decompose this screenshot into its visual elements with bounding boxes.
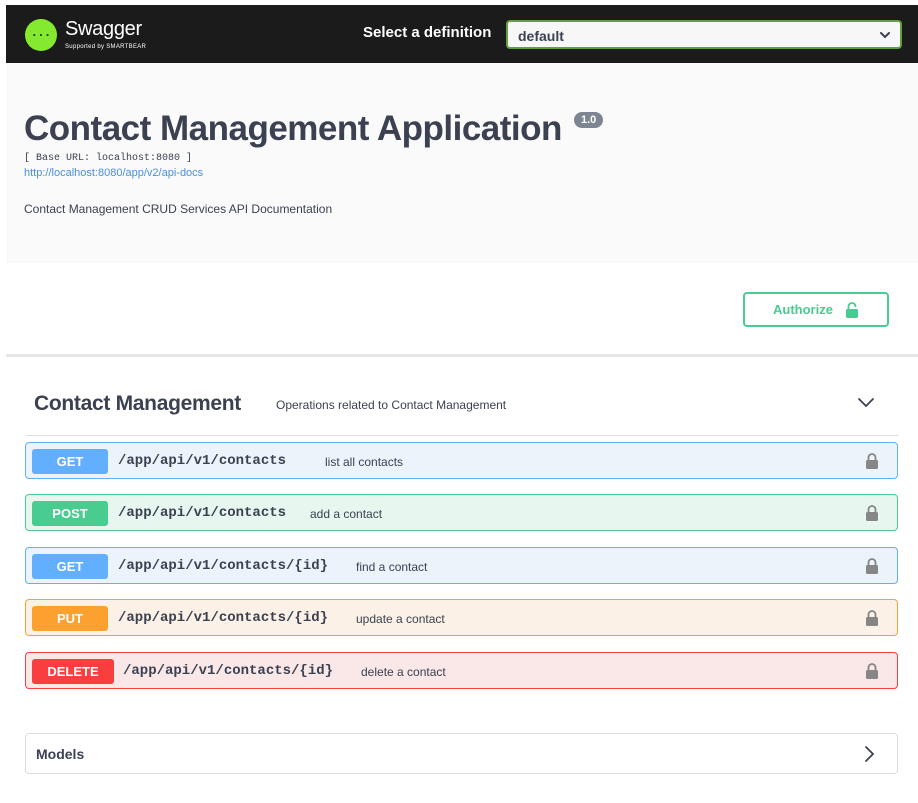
definition-select-value: default [518,28,564,44]
operation-path: /app/api/v1/contacts [118,453,287,469]
chevron-right-icon[interactable] [863,745,875,763]
api-docs-link[interactable]: http://localhost:8080/app/v2/api-docs [24,167,203,179]
api-description: Contact Management CRUD Services API Doc… [24,202,333,216]
authorize-button[interactable]: Authorize [743,292,889,327]
operation-delete-contact[interactable]: DELETE /app/api/v1/contacts/{id} delete … [25,652,898,689]
operation-path: /app/api/v1/contacts [118,505,287,521]
select-definition-label: Select a definition [363,24,492,41]
tag-title: Contact Management [34,392,241,415]
models-title: Models [36,746,85,762]
swagger-logo[interactable]: {···} Swagger Supported by SMARTBEAR [25,17,185,53]
operation-post-contacts[interactable]: POST /app/api/v1/contacts add a contact [25,494,898,531]
section-divider [6,354,918,357]
logo-name: Swagger [65,18,142,40]
topbar: {···} Swagger Supported by SMARTBEAR Sel… [6,5,918,63]
tag-description: Operations related to Contact Management [276,398,507,412]
svg-text:{···}: {···} [30,29,52,42]
operation-path: /app/api/v1/contacts/{id} [118,610,329,626]
operation-summary: list all contacts [325,455,404,469]
page-title: Contact Management Application [24,109,562,148]
operation-get-contacts[interactable]: GET /app/api/v1/contacts list all contac… [25,442,898,479]
base-url: [ Base URL: localhost:8080 ] [24,153,193,164]
lock-icon[interactable] [865,557,879,575]
operation-put-contact[interactable]: PUT /app/api/v1/contacts/{id} update a c… [25,599,898,636]
version-badge: 1.0 [574,112,604,128]
operation-summary: update a contact [356,612,445,626]
chevron-down-icon[interactable] [856,394,876,410]
method-badge: DELETE [32,659,114,684]
logo-subtitle: Supported by SMARTBEAR [65,44,147,50]
chevron-down-icon [880,32,890,39]
lock-icon[interactable] [865,662,879,680]
operation-path: /app/api/v1/contacts/{id} [118,558,329,574]
operation-get-contact-by-id[interactable]: GET /app/api/v1/contacts/{id} find a con… [25,547,898,584]
operation-summary: find a contact [356,560,428,574]
method-badge: PUT [32,606,108,631]
swagger-logo-icon: {···} [25,19,57,51]
definition-select[interactable]: default [506,20,902,49]
lock-icon [845,301,858,318]
method-badge: POST [32,501,108,526]
method-badge: GET [32,449,108,474]
operation-summary: delete a contact [361,665,446,679]
lock-icon[interactable] [865,609,879,627]
method-badge: GET [32,554,108,579]
api-info: Contact Management Application 1.0 [ Bas… [6,63,918,263]
operation-summary: add a contact [310,507,383,521]
authorize-label: Authorize [773,302,833,317]
tag-header-contact-management[interactable]: Contact Management Operations related to… [26,386,898,436]
models-section[interactable]: Models [25,733,898,774]
lock-icon[interactable] [865,452,879,470]
operation-path: /app/api/v1/contacts/{id} [123,663,334,679]
lock-icon[interactable] [865,504,879,522]
